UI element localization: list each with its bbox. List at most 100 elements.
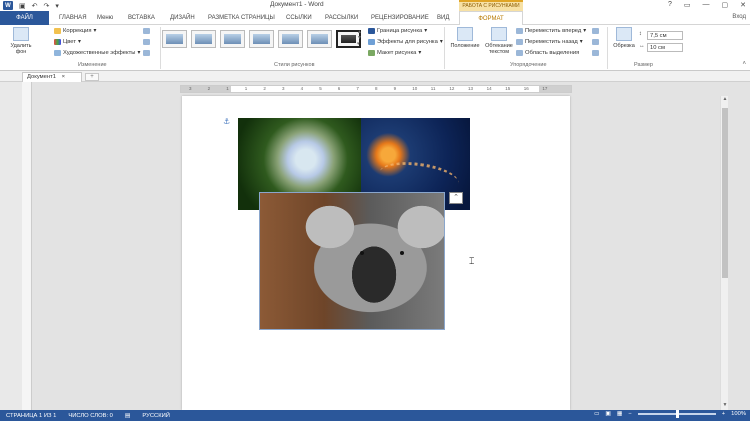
border-icon <box>368 28 375 34</box>
width-field[interactable]: 10 см <box>647 43 683 52</box>
remove-background-button[interactable]: Удалить фон <box>2 27 40 55</box>
bring-forward-button[interactable]: Переместить вперед ▾ <box>516 28 586 34</box>
read-mode-icon[interactable]: ▭ <box>594 411 599 417</box>
status-bar: СТРАНИЦА 1 ИЗ 1 ЧИСЛО СЛОВ: 0 ▤ РУССКИЙ … <box>0 410 750 421</box>
reset-picture-button[interactable] <box>143 50 150 56</box>
remove-background-label: Удалить фон <box>10 43 32 55</box>
compress-pictures-button[interactable] <box>143 28 150 34</box>
quick-access-toolbar: W ▣ ↶ ↷ ▾ <box>0 1 59 10</box>
selection-pane-button[interactable]: Область выделения <box>516 50 579 56</box>
maximize-icon[interactable]: ▢ <box>722 1 729 9</box>
status-language[interactable]: РУССКИЙ <box>142 413 170 419</box>
position-label: Положение <box>450 43 480 49</box>
ruler-number: 9 <box>393 86 397 91</box>
new-tab-button[interactable]: + <box>85 73 99 81</box>
tab-menu[interactable]: Меню <box>94 13 116 25</box>
separator <box>160 27 161 69</box>
align-button[interactable] <box>592 28 599 34</box>
ribbon-display-icon[interactable]: ▭ <box>684 1 691 9</box>
text-cursor-icon: ⌶ <box>469 256 475 266</box>
artistic-effects-label: Художественные эффекты <box>63 50 136 56</box>
wrap-text-icon <box>491 27 507 41</box>
status-page[interactable]: СТРАНИЦА 1 ИЗ 1 <box>6 413 56 419</box>
tab-insert[interactable]: ВСТАВКА <box>125 13 158 25</box>
horizontal-ruler[interactable]: 3 2 1 1 2 3 4 5 6 7 8 9 10 11 12 13 14 15 16 17 <box>180 85 572 93</box>
position-button[interactable]: Положение <box>447 27 483 49</box>
gallery-more-icon[interactable]: ▾ <box>357 41 363 47</box>
document-tab-strip: Документ1 × + <box>0 71 750 82</box>
ruler-number: 15 <box>505 86 511 91</box>
picture-style-6[interactable] <box>307 30 332 48</box>
picture-border-button[interactable]: Граница рисунка ▾ <box>368 28 427 34</box>
tab-home[interactable]: ГЛАВНАЯ <box>56 13 90 25</box>
tab-review[interactable]: РЕЦЕНЗИРОВАНИЕ <box>368 13 432 25</box>
zoom-out-icon[interactable]: − <box>628 411 631 417</box>
picture-styles-gallery <box>162 30 362 52</box>
zoom-slider[interactable] <box>637 410 716 418</box>
redo-icon[interactable]: ↷ <box>44 2 50 10</box>
crop-icon <box>616 27 632 41</box>
crop-button[interactable]: Обрезка <box>610 27 638 49</box>
minimize-icon[interactable]: — <box>703 1 710 9</box>
zoom-knob[interactable] <box>675 410 679 418</box>
change-picture-button[interactable] <box>143 39 150 45</box>
tab-file[interactable]: ФАЙЛ <box>0 11 49 25</box>
picture-style-5[interactable] <box>278 30 303 48</box>
print-layout-icon[interactable]: ▣ <box>605 411 610 417</box>
rotate-icon <box>592 50 599 56</box>
height-field[interactable]: 7,5 см <box>647 31 683 40</box>
vertical-scrollbar[interactable]: ▲ ▼ <box>720 96 728 410</box>
tab-format[interactable]: ФОРМАТ <box>459 11 523 25</box>
group-objects-button[interactable] <box>592 39 599 45</box>
close-icon[interactable]: ✕ <box>740 1 746 9</box>
document-tab[interactable]: Документ1 × <box>22 72 82 82</box>
scrollbar-thumb[interactable] <box>722 108 728 278</box>
word-logo-icon: W <box>3 1 13 10</box>
picture-style-3[interactable] <box>220 30 245 48</box>
status-word-count[interactable]: ЧИСЛО СЛОВ: 0 <box>68 413 113 419</box>
account-sign-in[interactable]: Вход <box>732 14 746 20</box>
help-icon[interactable]: ? <box>668 1 672 9</box>
collapse-ribbon-icon[interactable]: ˄ <box>742 61 746 67</box>
web-layout-icon[interactable]: ▦ <box>617 411 622 417</box>
tab-view[interactable]: ВИД <box>434 13 452 25</box>
customize-icon[interactable]: ▾ <box>55 2 59 10</box>
send-backward-button[interactable]: Переместить назад ▾ <box>516 39 583 45</box>
tab-references[interactable]: ССЫЛКИ <box>283 13 315 25</box>
wrap-text-label: Обтекание текстом <box>485 43 513 55</box>
color-button[interactable]: Цвет ▾ <box>54 39 81 45</box>
picture-layout-button[interactable]: Макет рисунка ▾ <box>368 50 421 56</box>
picture-style-2[interactable] <box>191 30 216 48</box>
wrap-text-button[interactable]: Обтекание текстом <box>482 27 516 55</box>
rotate-button[interactable] <box>592 50 599 56</box>
ruler-number: 11 <box>430 86 436 91</box>
layout-icon <box>368 50 375 56</box>
anchor-icon: ⚓ <box>223 117 231 126</box>
picture-style-1[interactable] <box>162 30 187 48</box>
tab-page-layout[interactable]: РАЗМЕТКА СТРАНИЦЫ <box>205 13 278 25</box>
corrections-button[interactable]: Коррекция ▾ <box>54 28 96 34</box>
proofing-icon[interactable]: ▤ <box>125 413 130 419</box>
ruler-number: 17 <box>542 86 548 91</box>
artistic-effects-button[interactable]: Художественные эффекты ▾ <box>54 50 140 56</box>
ruler-number: 2 <box>207 86 211 91</box>
gallery-scroll[interactable]: ▲ ▼ ▾ <box>357 29 363 53</box>
undo-icon[interactable]: ↶ <box>32 2 38 10</box>
artistic-effects-icon <box>54 50 61 56</box>
tab-design[interactable]: ДИЗАЙН <box>167 13 198 25</box>
ruler-number: 16 <box>523 86 529 91</box>
close-tab-icon[interactable]: × <box>62 74 65 80</box>
scroll-down-icon[interactable]: ▼ <box>721 402 729 410</box>
layout-options-button[interactable]: ⌃ <box>449 192 463 204</box>
save-icon[interactable]: ▣ <box>19 2 26 10</box>
koala-image[interactable] <box>259 192 445 330</box>
picture-effects-button[interactable]: Эффекты для рисунка ▾ <box>368 39 443 45</box>
picture-tools-context: РАБОТА С РИСУНКАМИ <box>459 0 523 11</box>
picture-effects-label: Эффекты для рисунка <box>377 39 438 45</box>
zoom-level[interactable]: 100% <box>731 411 746 417</box>
picture-border-label: Граница рисунка <box>377 28 423 34</box>
scroll-up-icon[interactable]: ▲ <box>721 96 729 104</box>
tab-mailings[interactable]: РАССЫЛКИ <box>322 13 361 25</box>
picture-style-4[interactable] <box>249 30 274 48</box>
zoom-in-icon[interactable]: + <box>722 411 725 417</box>
